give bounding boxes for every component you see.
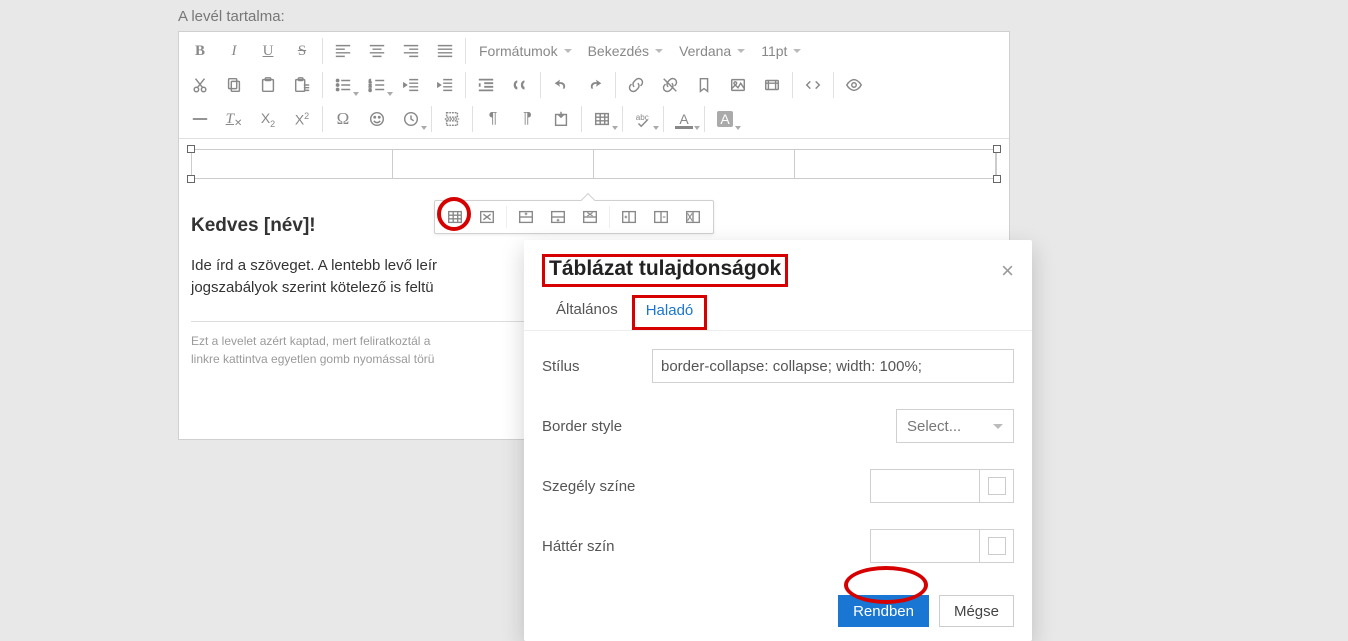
table-properties-dialog: Táblázat tulajdonságok × Általános Halad… [524,240,1032,641]
ltr-button[interactable]: ¶ [476,104,510,134]
superscript-button[interactable]: X2 [285,104,319,134]
subscript-button[interactable]: X2 [251,104,285,134]
border-color-input[interactable] [871,470,979,502]
underline-button[interactable]: U [251,36,285,66]
table-context-toolbar [434,200,714,234]
insert-row-after-button[interactable] [542,203,574,231]
b[interactable]: Haladó [632,295,708,330]
border-style-label: Border style [542,418,622,435]
formats-dropdown[interactable]: Formátumok [469,36,578,66]
tab-general[interactable]: Általános [542,295,632,330]
cut-button[interactable] [183,70,217,100]
resize-handle-tl[interactable] [187,145,195,153]
table-button[interactable] [585,104,619,134]
insert-col-before-button[interactable] [613,203,645,231]
copy-button[interactable] [217,70,251,100]
bg-color-swatch[interactable] [979,530,1013,562]
delete-col-button[interactable] [677,203,709,231]
insert-col-after-button[interactable] [645,203,677,231]
blocks-dropdown[interactable]: Bekezdés [578,36,669,66]
number-list-button[interactable]: 123 [360,70,394,100]
dialog-close-button[interactable]: × [1001,260,1014,282]
align-center-button[interactable] [360,36,394,66]
unlink-button[interactable] [653,70,687,100]
cancel-button[interactable]: Mégse [939,595,1014,627]
align-left-button[interactable] [326,36,360,66]
editor-toolbar: B I U S Formátumok Bekezdés Verdana 11pt… [179,32,1009,139]
strikethrough-button[interactable]: S [285,36,319,66]
media-button[interactable] [755,70,789,100]
resize-handle-br[interactable] [993,175,1001,183]
special-char-button[interactable]: Ω [326,104,360,134]
bullet-list-button[interactable] [326,70,360,100]
bg-color-label: Háttér szín [542,538,615,555]
quote-button[interactable] [503,70,537,100]
border-color-label: Szegély színe [542,478,635,495]
dialog-title: Táblázat tulajdonságok [542,254,788,287]
resize-handle-bl[interactable] [187,175,195,183]
dialog-tabs: Általános Haladó [524,295,1032,331]
ok-button[interactable]: Rendben [838,595,929,627]
redo-button[interactable] [578,70,612,100]
paste-text-button[interactable] [285,70,319,100]
bold-button[interactable]: B [183,36,217,66]
font-family-dropdown[interactable]: Verdana [669,36,751,66]
pagebreak-button[interactable] [435,104,469,134]
insert-row-before-button[interactable] [510,203,542,231]
resize-handle-tr[interactable] [993,145,1001,153]
border-style-select[interactable]: Select... [896,409,1014,443]
text-color-button[interactable]: A [667,104,701,134]
delete-table-button[interactable] [471,203,503,231]
spellcheck-button[interactable]: abc [626,104,660,134]
outdent-button[interactable] [394,70,428,100]
style-label: Stílus [542,358,652,375]
italic-button[interactable]: I [217,36,251,66]
link-button[interactable] [619,70,653,100]
emoticon-button[interactable] [360,104,394,134]
svg-text:3: 3 [369,87,372,92]
source-code-button[interactable] [796,70,830,100]
bg-color-field[interactable] [870,529,1014,563]
clear-formatting-button[interactable]: T✕ [217,104,251,134]
blockquote-button[interactable] [469,70,503,100]
align-justify-button[interactable] [428,36,462,66]
bg-color-button[interactable]: A [708,104,742,134]
undo-button[interactable] [544,70,578,100]
bookmark-button[interactable] [687,70,721,100]
border-color-swatch[interactable] [979,470,1013,502]
font-size-dropdown[interactable]: 11pt [751,36,807,66]
bg-color-input[interactable] [871,530,979,562]
border-color-field[interactable] [870,469,1014,503]
selected-table[interactable] [191,149,997,179]
preview-button[interactable] [837,70,871,100]
align-right-button[interactable] [394,36,428,66]
indent-button[interactable] [428,70,462,100]
datetime-button[interactable] [394,104,428,134]
hr-button[interactable] [183,104,217,134]
table-properties-button[interactable] [439,203,471,231]
rtl-button[interactable]: ¶ [510,104,544,134]
style-input[interactable] [652,349,1014,383]
image-button[interactable] [721,70,755,100]
page-label: A levél tartalma: [178,8,285,25]
insert-template-button[interactable] [544,104,578,134]
delete-row-button[interactable] [574,203,606,231]
paste-button[interactable] [251,70,285,100]
